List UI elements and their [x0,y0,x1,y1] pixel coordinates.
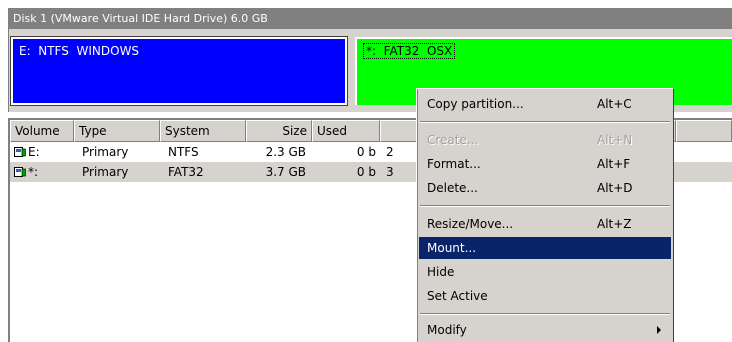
menu-item-set-active[interactable]: Set Active [419,285,671,307]
menu-item-resize-move[interactable]: Resize/Move... Alt+Z [419,213,671,235]
cell-system: FAT32 [168,165,204,179]
column-header-volume[interactable]: Volume [10,120,74,142]
menu-item-modify[interactable]: Modify [419,319,671,341]
column-header-type[interactable]: Type [74,120,160,142]
cell-type: Primary [82,145,129,159]
menu-item-delete[interactable]: Delete... Alt+D [419,177,671,199]
menu-item-copy-partition[interactable]: Copy partition... Alt+C [419,93,671,115]
menu-item-hide[interactable]: Hide [419,261,671,283]
cell-extra: 3 [386,165,394,179]
menu-separator [420,205,670,207]
partition-label: *: FAT32 OSX [363,43,456,59]
volume-drive-icon [14,147,26,157]
volume-drive-icon [14,167,26,177]
context-menu: Copy partition... Alt+C Create... Alt+N … [416,88,674,342]
cell-size: 2.3 GB [265,145,306,159]
column-header-system[interactable]: System [160,120,246,142]
cell-used: 0 b [356,165,376,179]
cell-system: NTFS [168,145,199,159]
menu-item-create: Create... Alt+N [427,133,633,147]
cell-used: 0 b [356,145,376,159]
cell-type: Primary [82,165,129,179]
menu-separator [420,313,670,315]
menu-item-mount[interactable]: Mount... [419,237,671,259]
cell-volume: E: [28,145,40,159]
cell-volume: *: [28,165,39,179]
submenu-arrow-icon [657,326,661,334]
partition-block-ntfs[interactable]: E: NTFS WINDOWS [10,36,348,106]
disk-title: Disk 1 (VMware Virtual IDE Hard Drive) 6… [9,9,732,29]
cell-size: 3.7 GB [265,165,306,179]
menu-separator [420,121,670,123]
menu-item-format[interactable]: Format... Alt+F [419,153,671,175]
column-header-blank[interactable] [676,120,732,142]
partition-label: E: NTFS WINDOWS [19,44,140,58]
column-header-size[interactable]: Size [246,120,312,142]
cell-extra: 2 [386,145,394,159]
column-header-used[interactable]: Used [312,120,380,142]
